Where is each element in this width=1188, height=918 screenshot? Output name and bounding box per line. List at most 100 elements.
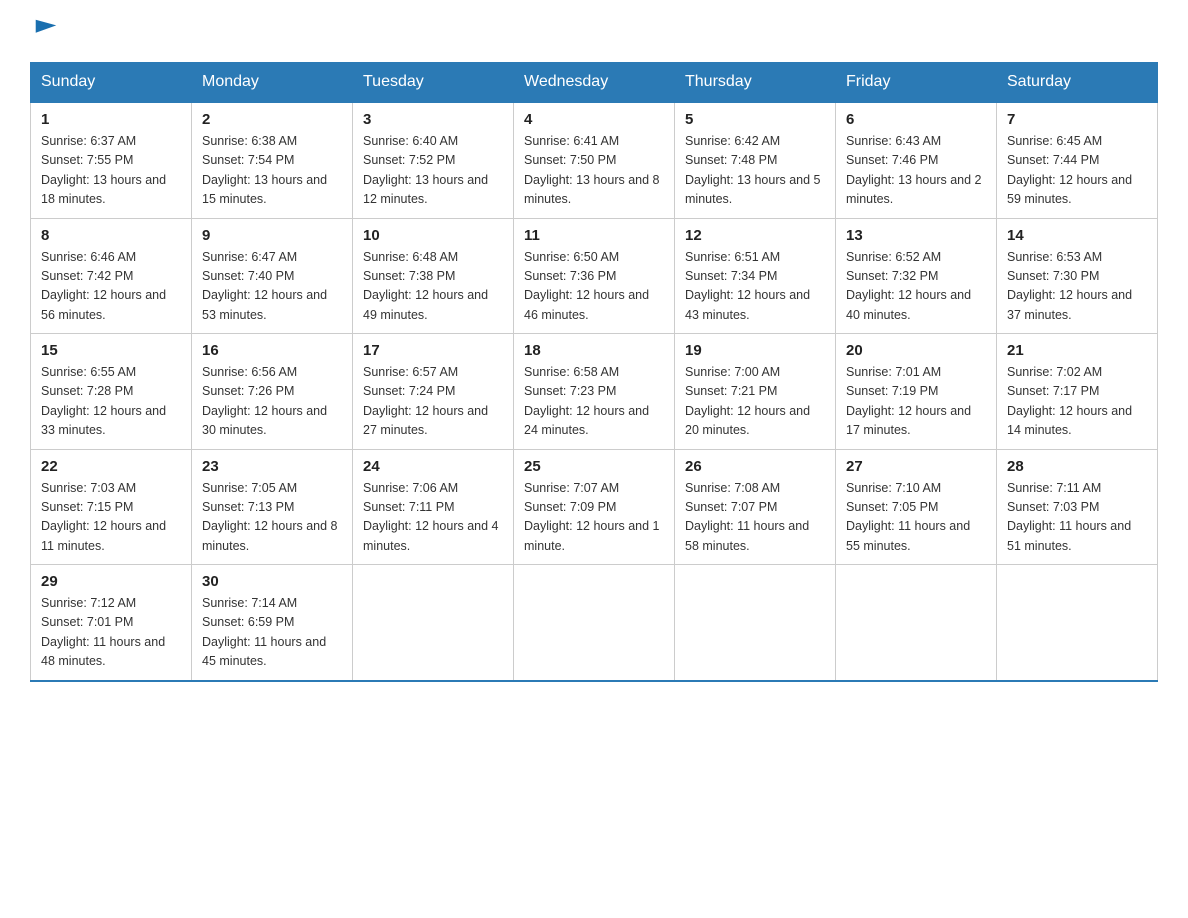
day-number: 2 — [202, 111, 342, 128]
day-info: Sunrise: 7:08 AMSunset: 7:07 PMDaylight:… — [685, 481, 809, 553]
day-number: 20 — [846, 342, 986, 359]
day-number: 5 — [685, 111, 825, 128]
day-info: Sunrise: 6:56 AMSunset: 7:26 PMDaylight:… — [202, 365, 327, 437]
day-info: Sunrise: 6:45 AMSunset: 7:44 PMDaylight:… — [1007, 134, 1132, 206]
calendar-day-cell: 12 Sunrise: 6:51 AMSunset: 7:34 PMDaylig… — [675, 218, 836, 334]
calendar-day-cell — [514, 565, 675, 681]
calendar-day-cell: 19 Sunrise: 7:00 AMSunset: 7:21 PMDaylig… — [675, 334, 836, 450]
day-number: 7 — [1007, 111, 1147, 128]
logo — [30, 20, 60, 44]
day-number: 1 — [41, 111, 181, 128]
day-number: 23 — [202, 458, 342, 475]
calendar-day-cell: 2 Sunrise: 6:38 AMSunset: 7:54 PMDayligh… — [192, 102, 353, 218]
calendar-day-cell: 16 Sunrise: 6:56 AMSunset: 7:26 PMDaylig… — [192, 334, 353, 450]
day-info: Sunrise: 6:53 AMSunset: 7:30 PMDaylight:… — [1007, 250, 1132, 322]
day-number: 24 — [363, 458, 503, 475]
calendar-day-cell: 20 Sunrise: 7:01 AMSunset: 7:19 PMDaylig… — [836, 334, 997, 450]
day-info: Sunrise: 6:48 AMSunset: 7:38 PMDaylight:… — [363, 250, 488, 322]
day-number: 30 — [202, 573, 342, 590]
day-number: 10 — [363, 227, 503, 244]
day-info: Sunrise: 6:38 AMSunset: 7:54 PMDaylight:… — [202, 134, 327, 206]
day-info: Sunrise: 6:52 AMSunset: 7:32 PMDaylight:… — [846, 250, 971, 322]
day-number: 26 — [685, 458, 825, 475]
calendar-day-cell: 11 Sunrise: 6:50 AMSunset: 7:36 PMDaylig… — [514, 218, 675, 334]
day-number: 28 — [1007, 458, 1147, 475]
day-number: 9 — [202, 227, 342, 244]
calendar-day-cell: 28 Sunrise: 7:11 AMSunset: 7:03 PMDaylig… — [997, 449, 1158, 565]
day-info: Sunrise: 6:46 AMSunset: 7:42 PMDaylight:… — [41, 250, 166, 322]
calendar-table: SundayMondayTuesdayWednesdayThursdayFrid… — [30, 62, 1158, 682]
day-info: Sunrise: 7:11 AMSunset: 7:03 PMDaylight:… — [1007, 481, 1131, 553]
day-number: 3 — [363, 111, 503, 128]
calendar-day-cell: 29 Sunrise: 7:12 AMSunset: 7:01 PMDaylig… — [31, 565, 192, 681]
calendar-day-cell: 21 Sunrise: 7:02 AMSunset: 7:17 PMDaylig… — [997, 334, 1158, 450]
day-number: 8 — [41, 227, 181, 244]
day-info: Sunrise: 7:12 AMSunset: 7:01 PMDaylight:… — [41, 596, 165, 668]
day-number: 4 — [524, 111, 664, 128]
weekday-header-row: SundayMondayTuesdayWednesdayThursdayFrid… — [31, 63, 1158, 103]
day-number: 15 — [41, 342, 181, 359]
calendar-day-cell: 27 Sunrise: 7:10 AMSunset: 7:05 PMDaylig… — [836, 449, 997, 565]
calendar-day-cell — [353, 565, 514, 681]
day-number: 11 — [524, 227, 664, 244]
calendar-day-cell: 6 Sunrise: 6:43 AMSunset: 7:46 PMDayligh… — [836, 102, 997, 218]
calendar-week-row: 1 Sunrise: 6:37 AMSunset: 7:55 PMDayligh… — [31, 102, 1158, 218]
calendar-day-cell: 23 Sunrise: 7:05 AMSunset: 7:13 PMDaylig… — [192, 449, 353, 565]
calendar-day-cell: 4 Sunrise: 6:41 AMSunset: 7:50 PMDayligh… — [514, 102, 675, 218]
calendar-day-cell — [836, 565, 997, 681]
calendar-day-cell: 22 Sunrise: 7:03 AMSunset: 7:15 PMDaylig… — [31, 449, 192, 565]
day-info: Sunrise: 6:57 AMSunset: 7:24 PMDaylight:… — [363, 365, 488, 437]
day-number: 16 — [202, 342, 342, 359]
day-info: Sunrise: 7:10 AMSunset: 7:05 PMDaylight:… — [846, 481, 970, 553]
day-info: Sunrise: 6:58 AMSunset: 7:23 PMDaylight:… — [524, 365, 649, 437]
calendar-day-cell — [675, 565, 836, 681]
day-info: Sunrise: 6:47 AMSunset: 7:40 PMDaylight:… — [202, 250, 327, 322]
day-number: 6 — [846, 111, 986, 128]
calendar-day-cell: 7 Sunrise: 6:45 AMSunset: 7:44 PMDayligh… — [997, 102, 1158, 218]
calendar-week-row: 22 Sunrise: 7:03 AMSunset: 7:15 PMDaylig… — [31, 449, 1158, 565]
day-number: 27 — [846, 458, 986, 475]
calendar-day-cell: 10 Sunrise: 6:48 AMSunset: 7:38 PMDaylig… — [353, 218, 514, 334]
weekday-header-friday: Friday — [836, 63, 997, 103]
weekday-header-monday: Monday — [192, 63, 353, 103]
calendar-day-cell: 17 Sunrise: 6:57 AMSunset: 7:24 PMDaylig… — [353, 334, 514, 450]
day-info: Sunrise: 7:00 AMSunset: 7:21 PMDaylight:… — [685, 365, 810, 437]
logo-flag-icon — [32, 16, 60, 44]
day-info: Sunrise: 7:03 AMSunset: 7:15 PMDaylight:… — [41, 481, 166, 553]
calendar-day-cell: 24 Sunrise: 7:06 AMSunset: 7:11 PMDaylig… — [353, 449, 514, 565]
calendar-day-cell: 5 Sunrise: 6:42 AMSunset: 7:48 PMDayligh… — [675, 102, 836, 218]
calendar-day-cell: 8 Sunrise: 6:46 AMSunset: 7:42 PMDayligh… — [31, 218, 192, 334]
calendar-day-cell: 18 Sunrise: 6:58 AMSunset: 7:23 PMDaylig… — [514, 334, 675, 450]
day-info: Sunrise: 7:01 AMSunset: 7:19 PMDaylight:… — [846, 365, 971, 437]
weekday-header-tuesday: Tuesday — [353, 63, 514, 103]
calendar-day-cell: 9 Sunrise: 6:47 AMSunset: 7:40 PMDayligh… — [192, 218, 353, 334]
calendar-week-row: 15 Sunrise: 6:55 AMSunset: 7:28 PMDaylig… — [31, 334, 1158, 450]
day-number: 22 — [41, 458, 181, 475]
calendar-day-cell: 30 Sunrise: 7:14 AMSunset: 6:59 PMDaylig… — [192, 565, 353, 681]
day-number: 12 — [685, 227, 825, 244]
day-number: 18 — [524, 342, 664, 359]
day-number: 13 — [846, 227, 986, 244]
calendar-week-row: 29 Sunrise: 7:12 AMSunset: 7:01 PMDaylig… — [31, 565, 1158, 681]
calendar-day-cell: 3 Sunrise: 6:40 AMSunset: 7:52 PMDayligh… — [353, 102, 514, 218]
day-info: Sunrise: 6:41 AMSunset: 7:50 PMDaylight:… — [524, 134, 660, 206]
day-info: Sunrise: 6:42 AMSunset: 7:48 PMDaylight:… — [685, 134, 821, 206]
day-info: Sunrise: 6:43 AMSunset: 7:46 PMDaylight:… — [846, 134, 982, 206]
calendar-day-cell: 13 Sunrise: 6:52 AMSunset: 7:32 PMDaylig… — [836, 218, 997, 334]
calendar-week-row: 8 Sunrise: 6:46 AMSunset: 7:42 PMDayligh… — [31, 218, 1158, 334]
day-info: Sunrise: 7:02 AMSunset: 7:17 PMDaylight:… — [1007, 365, 1132, 437]
day-info: Sunrise: 6:51 AMSunset: 7:34 PMDaylight:… — [685, 250, 810, 322]
day-number: 25 — [524, 458, 664, 475]
day-info: Sunrise: 7:14 AMSunset: 6:59 PMDaylight:… — [202, 596, 326, 668]
page-header — [30, 20, 1158, 44]
day-number: 19 — [685, 342, 825, 359]
weekday-header-saturday: Saturday — [997, 63, 1158, 103]
calendar-day-cell: 15 Sunrise: 6:55 AMSunset: 7:28 PMDaylig… — [31, 334, 192, 450]
day-info: Sunrise: 6:40 AMSunset: 7:52 PMDaylight:… — [363, 134, 488, 206]
weekday-header-sunday: Sunday — [31, 63, 192, 103]
day-number: 14 — [1007, 227, 1147, 244]
day-number: 17 — [363, 342, 503, 359]
day-info: Sunrise: 6:50 AMSunset: 7:36 PMDaylight:… — [524, 250, 649, 322]
day-info: Sunrise: 6:55 AMSunset: 7:28 PMDaylight:… — [41, 365, 166, 437]
day-number: 21 — [1007, 342, 1147, 359]
